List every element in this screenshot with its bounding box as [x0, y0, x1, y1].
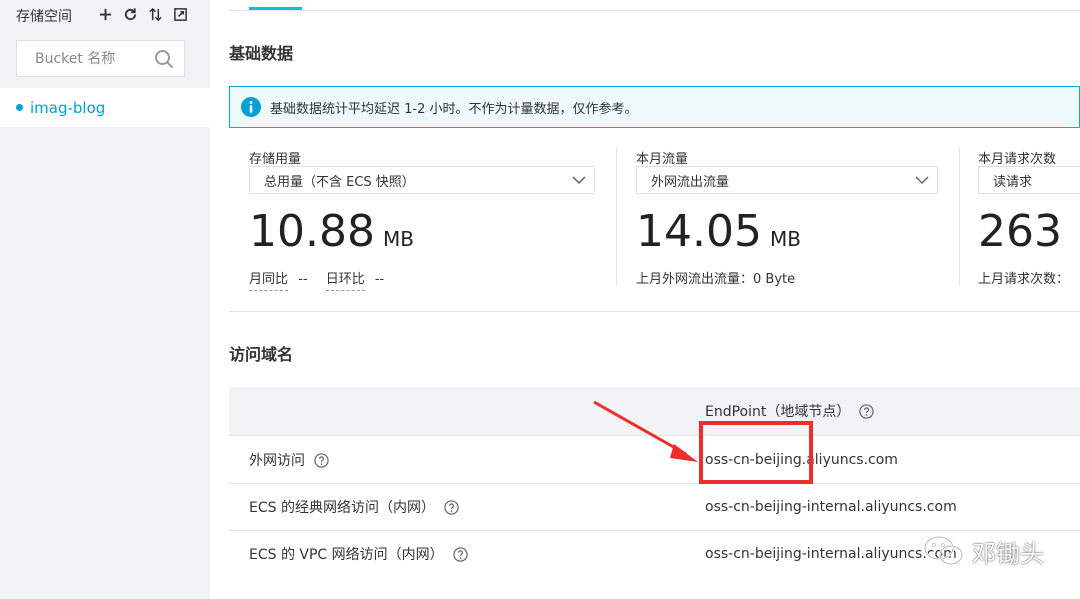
wechat-icon — [923, 535, 964, 566]
endpoint-value: oss-cn-beijing-internal.aliyuncs.com — [705, 546, 957, 562]
add-icon[interactable] — [96, 5, 115, 24]
mom-label[interactable]: 月同比 — [249, 272, 289, 291]
stat-value: 10.88 MB — [249, 210, 414, 254]
sidebar-bucket-item[interactable]: imag-blog — [0, 88, 210, 127]
tab-bar-divider — [229, 10, 1080, 11]
stat-divider — [959, 147, 960, 286]
stat-sub-text: 上月外网流出流量：0 Byte — [636, 272, 796, 287]
stat-value: 263 — [978, 210, 1062, 254]
row-label: 外网访问 — [249, 453, 305, 469]
select-value: 外网流出流量 — [651, 174, 730, 190]
annotation-arrow-icon — [593, 400, 698, 462]
watermark: 邓锄头 — [922, 533, 1044, 569]
storage-type-select[interactable]: 总用量（不含 ECS 快照） — [249, 166, 595, 194]
table-row-label: 外网访问 — [249, 450, 329, 470]
bucket-name: imag-blog — [30, 98, 106, 117]
notice-text: 基础数据统计平均延迟 1-2 小时。不作为计量数据，仅作参考。 — [270, 101, 638, 117]
dod-label[interactable]: 日环比 — [325, 272, 365, 291]
bucket-search-input[interactable] — [35, 43, 165, 74]
access-domain-title: 访问域名 — [229, 345, 294, 364]
stat-divider — [616, 147, 617, 286]
stat-value: 14.05 MB — [636, 210, 801, 254]
stat-number: 263 — [978, 206, 1062, 257]
search-icon[interactable] — [154, 49, 174, 69]
stat-label: 存储用量 — [249, 152, 302, 167]
help-icon[interactable] — [314, 452, 329, 468]
section-divider — [229, 311, 1080, 312]
table-row-divider — [229, 530, 1080, 531]
endpoint-value: oss-cn-beijing-internal.aliyuncs.com — [705, 499, 957, 515]
select-value: 总用量（不含 ECS 快照） — [264, 174, 415, 190]
stat-label: 本月请求次数 — [978, 152, 1057, 167]
select-value: 读请求 — [993, 174, 1033, 190]
active-tab-indicator — [249, 7, 302, 10]
stat-label: 本月流量 — [636, 152, 689, 167]
mom-value: -- — [298, 272, 308, 287]
table-row-label: ECS 的经典网络访问（内网） — [249, 497, 459, 517]
help-icon[interactable] — [452, 546, 468, 562]
expand-icon[interactable] — [171, 5, 190, 24]
dod-value: -- — [374, 272, 385, 287]
chevron-down-icon — [572, 176, 586, 185]
stat-unit: MB — [382, 227, 414, 251]
stat-sub-text: 上月请求次数： — [978, 272, 1070, 287]
refresh-icon[interactable] — [121, 5, 140, 24]
row-label: ECS 的 VPC 网络访问（内网） — [249, 547, 444, 563]
active-dot-icon — [16, 104, 23, 111]
request-type-select[interactable]: 读请求 — [978, 166, 1080, 194]
sidebar-title: 存储空间 — [16, 9, 72, 25]
notice-banner: 基础数据统计平均延迟 1-2 小时。不作为计量数据，仅作参考。 — [229, 86, 1080, 128]
info-icon — [241, 97, 261, 117]
endpoint-column-header: EndPoint（地域节点） — [705, 401, 875, 421]
table-row-divider — [229, 483, 1080, 484]
annotation-highlight-box — [699, 421, 813, 484]
watermark-text: 邓锄头 — [972, 539, 1044, 568]
sidebar: 存储空间 imag-blog — [0, 0, 210, 599]
basic-data-title: 基础数据 — [229, 44, 294, 63]
chevron-down-icon — [915, 176, 929, 185]
row-label: ECS 的经典网络访问（内网） — [249, 500, 435, 516]
traffic-type-select[interactable]: 外网流出流量 — [636, 166, 938, 194]
stat-comparison: 月同比 -- 日环比 -- — [249, 268, 385, 291]
sort-icon[interactable] — [146, 5, 165, 24]
sidebar-toolbar — [96, 5, 190, 24]
bucket-search-box — [16, 40, 185, 77]
column-header-text: EndPoint（地域节点） — [705, 404, 851, 420]
help-icon[interactable] — [444, 499, 459, 515]
help-icon[interactable] — [859, 403, 875, 419]
stat-unit: MB — [769, 227, 801, 251]
stat-number: 10.88 — [249, 206, 375, 257]
stat-number: 14.05 — [636, 206, 762, 257]
table-row-label: ECS 的 VPC 网络访问（内网） — [249, 544, 468, 564]
